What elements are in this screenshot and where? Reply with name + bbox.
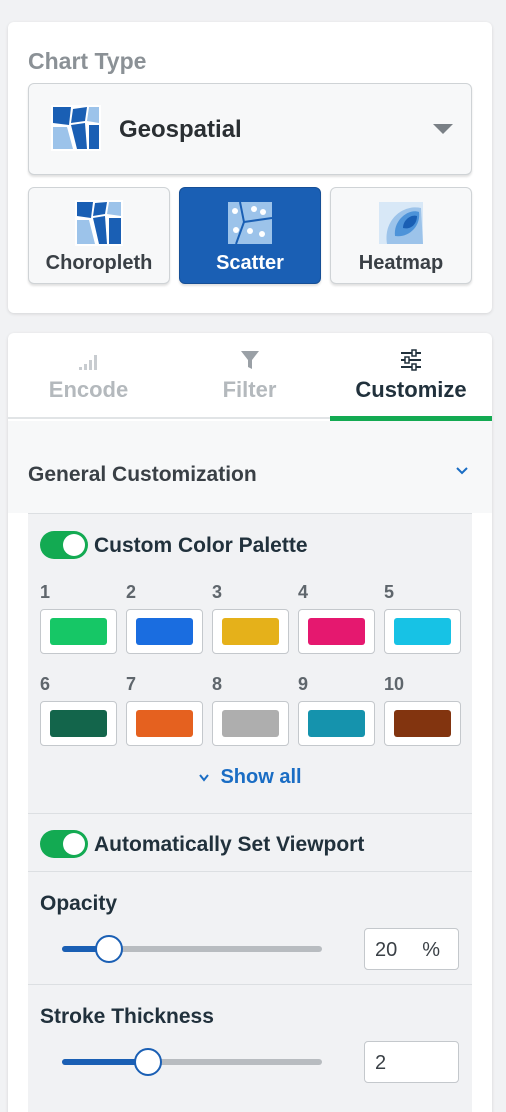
subtype-scatter-button[interactable]: Scatter bbox=[179, 187, 321, 284]
tab-label: Customize bbox=[355, 377, 467, 402]
stroke-slider[interactable] bbox=[62, 1048, 322, 1076]
opacity-value: 20 bbox=[375, 939, 398, 961]
subtype-label: Heatmap bbox=[358, 252, 444, 274]
swatch-number: 7 bbox=[126, 674, 137, 694]
filter-icon bbox=[240, 351, 259, 369]
tab-customize[interactable]: Customize bbox=[330, 333, 492, 421]
color-swatch-10[interactable] bbox=[384, 701, 461, 746]
geospatial-icon bbox=[51, 105, 101, 151]
viewport-panel: Automatically Set Viewport bbox=[28, 813, 472, 871]
show-all-label: Show all bbox=[220, 766, 302, 788]
bar-signal-icon bbox=[78, 355, 97, 370]
show-all-link[interactable]: Show all bbox=[28, 766, 472, 789]
swatch-fill bbox=[308, 618, 365, 645]
opacity-unit: % bbox=[422, 939, 440, 961]
swatch-number: 5 bbox=[384, 582, 395, 602]
color-swatch-7[interactable] bbox=[126, 701, 203, 746]
swatch-number: 3 bbox=[212, 582, 223, 602]
swatch-fill bbox=[136, 710, 193, 737]
stroke-input[interactable]: 2 bbox=[364, 1041, 459, 1083]
settings-card: Encode Filter Customize General Customiz… bbox=[8, 333, 492, 1112]
opacity-label: Opacity bbox=[40, 892, 118, 915]
subtype-label: Choropleth bbox=[45, 252, 153, 274]
swatch-fill bbox=[308, 710, 365, 737]
general-customization-title: General Customization bbox=[28, 463, 257, 486]
swatch-number: 8 bbox=[212, 674, 223, 694]
settings-tabs: Encode Filter Customize bbox=[8, 333, 492, 421]
sliders-icon bbox=[401, 349, 421, 371]
opacity-slider-thumb[interactable] bbox=[95, 935, 123, 963]
chart-type-label: Chart Type bbox=[28, 48, 147, 74]
opacity-input[interactable]: 20 % bbox=[364, 928, 459, 970]
swatch-fill bbox=[222, 618, 279, 645]
subtype-label: Scatter bbox=[216, 252, 284, 274]
color-swatch-1[interactable] bbox=[40, 609, 117, 654]
tab-label: Encode bbox=[48, 377, 129, 402]
swatch-fill bbox=[394, 710, 451, 737]
swatch-fill bbox=[222, 710, 279, 737]
custom-palette-label: Custom Color Palette bbox=[94, 534, 308, 557]
choropleth-icon bbox=[75, 200, 123, 246]
chevron-down-icon bbox=[199, 774, 210, 782]
subtype-heatmap-button[interactable]: Heatmap bbox=[330, 187, 472, 284]
swatch-fill bbox=[136, 618, 193, 645]
swatch-fill bbox=[394, 618, 451, 645]
color-swatch-3[interactable] bbox=[212, 609, 289, 654]
swatch-number: 10 bbox=[384, 674, 405, 694]
color-swatch-6[interactable] bbox=[40, 701, 117, 746]
general-customization-header[interactable]: General Customization bbox=[8, 421, 492, 513]
swatch-number: 6 bbox=[40, 674, 51, 694]
tab-encode[interactable]: Encode bbox=[8, 333, 169, 419]
swatch-fill bbox=[50, 618, 107, 645]
color-swatch-9[interactable] bbox=[298, 701, 375, 746]
swatch-number: 4 bbox=[298, 582, 309, 602]
scatter-map-icon bbox=[228, 201, 273, 245]
heatmap-icon bbox=[379, 202, 423, 244]
custom-palette-toggle[interactable] bbox=[40, 531, 88, 559]
chart-type-card: Chart Type Geospatial Choropleth Scatter… bbox=[8, 22, 492, 313]
tab-label: Filter bbox=[222, 377, 277, 402]
chart-type-value: Geospatial bbox=[119, 116, 242, 143]
caret-down-icon bbox=[433, 124, 453, 134]
swatch-fill bbox=[50, 710, 107, 737]
color-swatch-8[interactable] bbox=[212, 701, 289, 746]
swatch-number: 9 bbox=[298, 674, 309, 694]
auto-viewport-toggle[interactable] bbox=[40, 830, 88, 858]
stroke-thickness-label: Stroke Thickness bbox=[40, 1005, 214, 1028]
stroke-slider-thumb[interactable] bbox=[134, 1048, 162, 1076]
color-swatch-4[interactable] bbox=[298, 609, 375, 654]
auto-viewport-label: Automatically Set Viewport bbox=[94, 833, 365, 856]
opacity-slider[interactable] bbox=[62, 935, 322, 963]
opacity-panel: Opacity 20 % bbox=[28, 871, 472, 984]
color-swatch-5[interactable] bbox=[384, 609, 461, 654]
subtype-choropleth-button[interactable]: Choropleth bbox=[28, 187, 170, 284]
tab-filter[interactable]: Filter bbox=[169, 333, 330, 419]
chart-type-select[interactable]: Geospatial bbox=[28, 83, 472, 175]
color-swatch-2[interactable] bbox=[126, 609, 203, 654]
chevron-down-icon bbox=[456, 467, 468, 475]
stroke-panel: Stroke Thickness 2 bbox=[28, 984, 472, 1112]
swatch-number: 1 bbox=[40, 582, 51, 602]
swatch-number: 2 bbox=[126, 582, 137, 602]
color-palette-panel: Custom Color Palette 1 2 3 4 5 6 7 8 9 1… bbox=[28, 513, 472, 813]
stroke-value: 2 bbox=[375, 1052, 387, 1074]
